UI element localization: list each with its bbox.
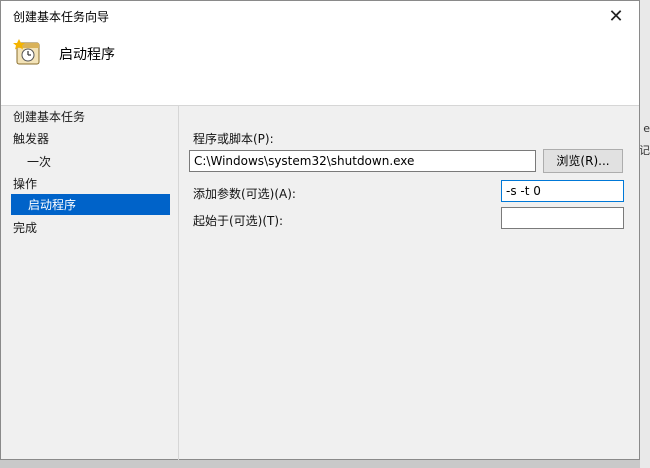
background-glyph: 记 [639, 144, 650, 157]
start-in-input[interactable] [501, 207, 624, 229]
program-script-label: 程序或脚本(P): [193, 132, 274, 146]
arguments-input[interactable]: -s -t 0 [501, 180, 624, 202]
task-clock-icon [13, 39, 40, 65]
title-bar: 创建基本任务向导 ✕ [1, 1, 639, 31]
close-icon: ✕ [608, 5, 624, 27]
nav-item-action[interactable]: 操作 [9, 173, 41, 194]
window-title: 创建基本任务向导 [13, 10, 110, 24]
close-button[interactable]: ✕ [593, 1, 639, 31]
arguments-label: 添加参数(可选)(A): [193, 187, 296, 201]
start-in-label: 起始于(可选)(T): [193, 214, 284, 228]
background-window-edge [640, 0, 650, 468]
wizard-header: 启动程序 [1, 31, 639, 106]
nav-item-trigger[interactable]: 触发器 [9, 128, 53, 149]
nav-heading: 创建基本任务 [13, 110, 86, 124]
program-script-input[interactable]: C:\Windows\system32\shutdown.exe [189, 150, 536, 172]
nav-item-once[interactable]: 一次 [23, 151, 55, 172]
page-title: 启动程序 [59, 47, 115, 63]
background-glyph: e [643, 122, 650, 135]
wizard-step-nav: 创建基本任务 触发器 一次 操作 启动程序 完成 [1, 105, 179, 460]
create-basic-task-wizard-dialog: 创建基本任务向导 ✕ 启动程序 创建基本任务 触发器 一次 操作 启动程序 完成… [0, 0, 640, 460]
nav-item-start-program[interactable]: 启动程序 [11, 194, 170, 215]
browse-button[interactable]: 浏览(R)... [543, 149, 623, 173]
nav-item-finish[interactable]: 完成 [9, 217, 41, 238]
